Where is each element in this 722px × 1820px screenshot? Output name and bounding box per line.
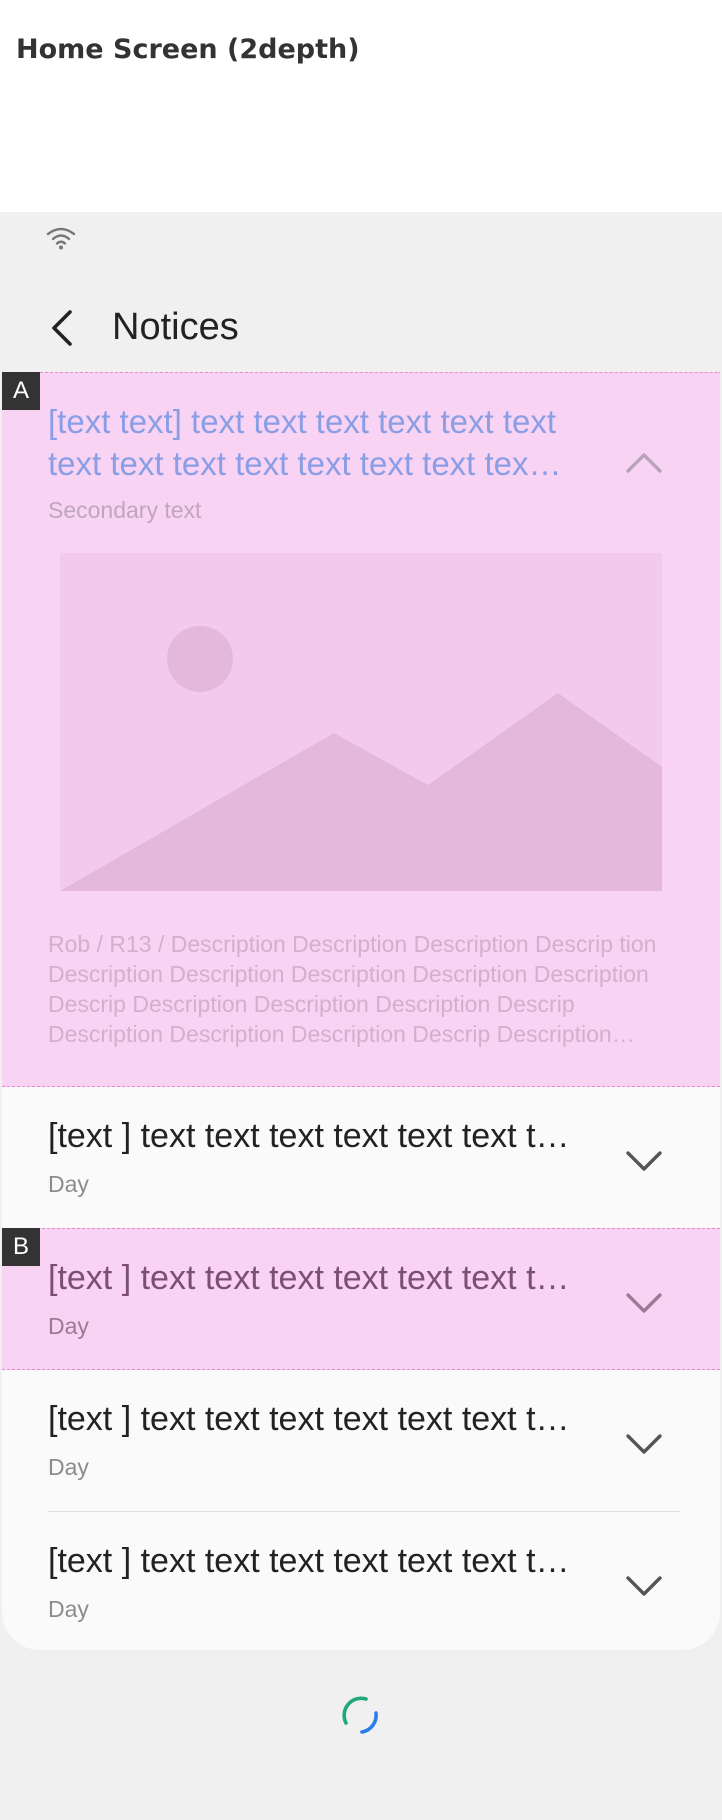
chevron-down-icon[interactable] — [624, 1574, 664, 1598]
wifi-icon — [46, 227, 76, 250]
list-item[interactable]: [text ] text text text text text text te… — [2, 1370, 720, 1512]
expanded-item-secondary: Secondary text — [48, 497, 202, 523]
page-title: Home Screen (2depth) — [16, 34, 360, 65]
list-item-title: [text ] text text text text text text te… — [48, 1542, 578, 1580]
app-bar: Notices — [0, 272, 722, 382]
appbar-title: Notices — [112, 306, 239, 348]
expanded-notice-item[interactable]: [text text] text text text text text tex… — [2, 372, 720, 1087]
list-item[interactable]: [text ] text text text text text text te… — [2, 1512, 720, 1650]
chevron-down-icon[interactable] — [624, 1149, 664, 1173]
loading-spinner-icon — [342, 1696, 378, 1734]
list-item-subtext: Day — [48, 1454, 89, 1480]
notices-list-card: [text text] text text text text text tex… — [2, 372, 720, 1650]
list-item-title: [text ] text text text text text text te… — [48, 1400, 578, 1438]
annotation-marker-a: A — [2, 372, 40, 410]
phone-screen: Notices [text text] text text text text … — [0, 212, 722, 1820]
expanded-item-title: [text text] text text text text text tex… — [48, 403, 557, 482]
list-item-title: [text ] text text text text text text te… — [48, 1117, 578, 1155]
list-item[interactable]: [text ] text text text text text text te… — [2, 1087, 720, 1229]
chevron-down-icon[interactable] — [624, 1291, 664, 1315]
chevron-down-icon[interactable] — [624, 1432, 664, 1456]
list-item-subtext: Day — [48, 1313, 89, 1339]
expanded-item-description: Rob / R13 / Description Description Desc… — [48, 931, 657, 1047]
list-item-title: [text ] text text text text text text te… — [48, 1259, 578, 1297]
list-item[interactable]: [text ] text text text text text text te… — [2, 1228, 720, 1370]
annotation-marker-b: B — [2, 1228, 40, 1266]
list-item-subtext: Day — [48, 1171, 89, 1197]
back-arrow-icon[interactable] — [44, 304, 80, 352]
list-item-subtext: Day — [48, 1596, 89, 1622]
chevron-up-icon[interactable] — [624, 451, 664, 475]
image-placeholder-icon — [60, 553, 662, 891]
